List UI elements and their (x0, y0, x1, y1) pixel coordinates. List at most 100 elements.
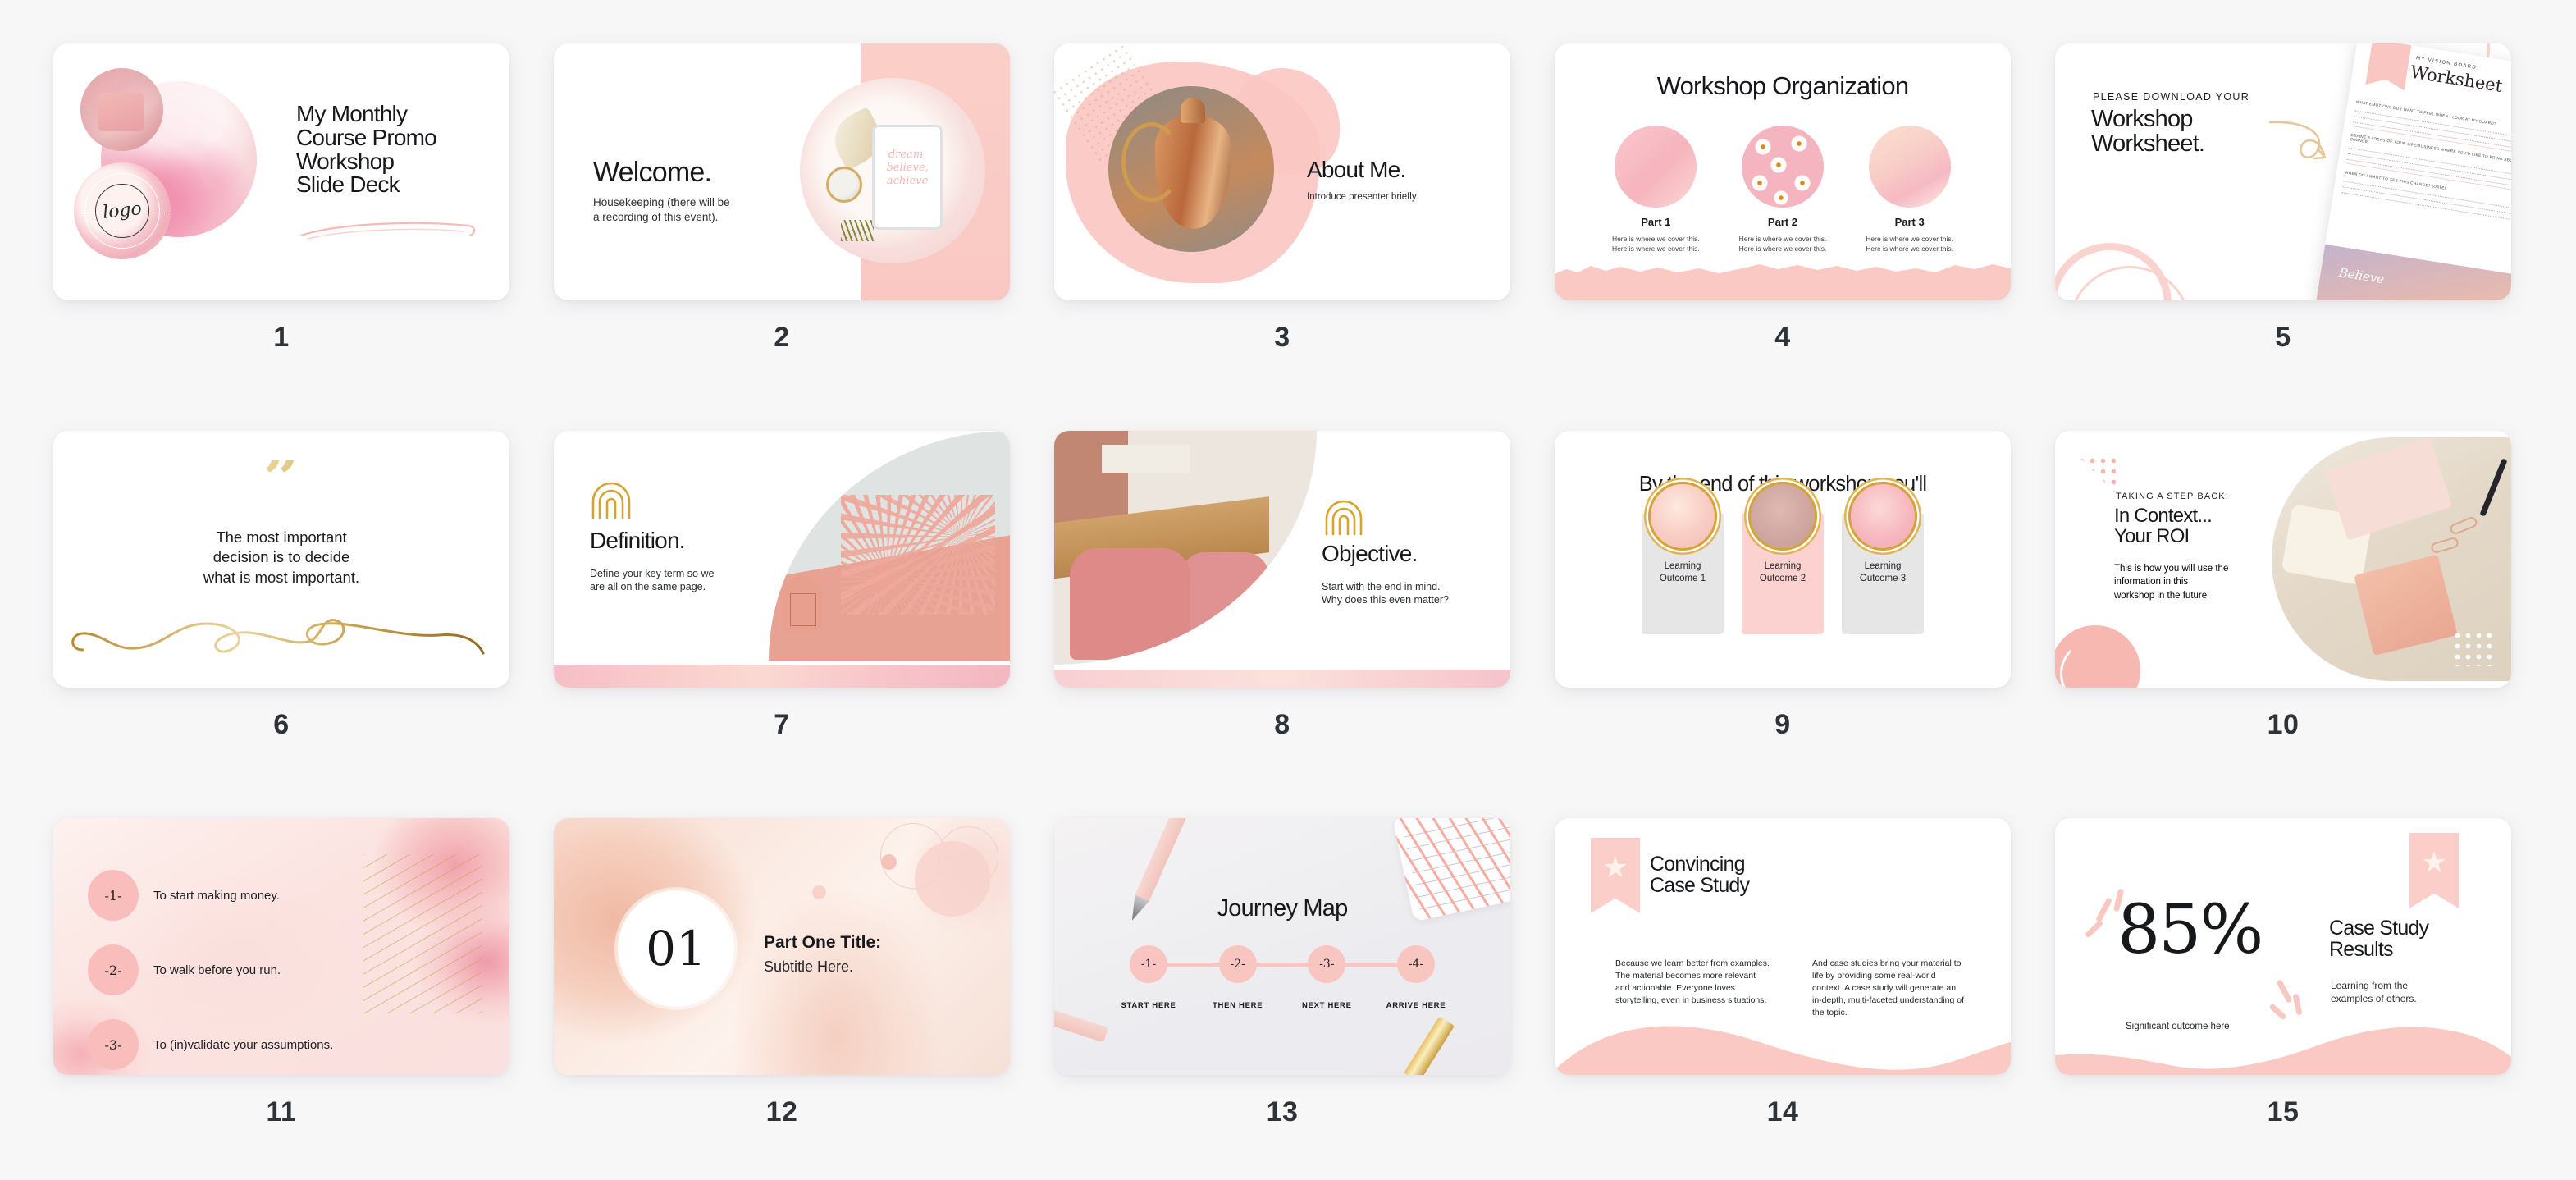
slide-thumbnail-4[interactable]: Workshop Organization Part 1 Here is whe… (1555, 43, 2011, 300)
parts-row: Part 1 Here is where we cover this. Here… (1555, 126, 2011, 254)
slide-number-7: 7 (774, 709, 790, 740)
step-label-1: START HERE (1121, 1001, 1176, 1010)
slide-cell-7: Definition. Define your key term so we a… (554, 431, 1010, 818)
subtitle-line-1: Housekeeping (there will be (593, 196, 730, 208)
slide-deck-grid: logo My Monthly Course Promo Workshop Sl… (0, 0, 2576, 1180)
slide-thumbnail-8[interactable]: Objective. Start with the end in mind. W… (1054, 431, 1510, 688)
part-image-circle-3 (1868, 126, 1951, 208)
outcome-label-2-line-1: Learning (1764, 561, 1802, 571)
slide-cell-11: -1- To start making money. -2- To walk b… (53, 818, 509, 1180)
slide-cell-2: dream, believe, achieve Welcome. Houseke… (554, 43, 1010, 431)
slide-thumbnail-9[interactable]: By the end of this workshop you'll Learn… (1555, 431, 2011, 688)
slide-subtitle: Learning from the examples of others. (2331, 979, 2470, 1005)
slide-subtitle: Subtitle Here. (764, 958, 854, 975)
worksheet-footer-word: Believe (2337, 264, 2386, 287)
gold-rainbow-icon (591, 482, 631, 519)
slide-number-6: 6 (273, 709, 290, 740)
step-number-2: -2- (1218, 945, 1257, 983)
slide-thumbnail-6[interactable]: ” The most important decision is to deci… (53, 431, 509, 688)
slide-title: Welcome. (593, 157, 712, 188)
worksheet-preview: MY VISION BOARD Worksheet WHAT EMOTIONS … (2315, 43, 2511, 300)
outcome-image-circle-1 (1648, 482, 1717, 551)
quote-line-2: decision is to decide (212, 548, 350, 566)
slide-thumbnail-5[interactable]: PLEASE DOWNLOAD YOUR Workshop Worksheet.… (2055, 43, 2511, 300)
slide-cell-14: ★ Convincing Case Study Because we learn… (1555, 818, 2011, 1180)
slide-title: Part One Title: (764, 933, 882, 952)
torn-paper-wave (1555, 264, 2011, 300)
title-line-1: Workshop (2091, 106, 2193, 132)
paperclip-1 (2448, 515, 2479, 536)
notebook-blush (2325, 437, 2453, 541)
pink-footer-bar (554, 665, 1010, 688)
slide-cell-3: About Me. Introduce presenter briefly. 3 (1054, 43, 1510, 431)
quotation-mark-icon: ” (53, 447, 509, 511)
slide-number-15: 15 (2267, 1096, 2300, 1127)
pink-wave-footer (1555, 1026, 2011, 1075)
slide-number-11: 11 (266, 1096, 297, 1127)
statistic-value: 85% (2117, 891, 2263, 969)
slide-subtitle: Define your key term so we are all on th… (590, 567, 764, 594)
paperclip-2 (2429, 536, 2460, 555)
slide-cell-12: 01 Part One Title: Subtitle Here. 12 (554, 818, 1010, 1180)
slide-thumbnail-14[interactable]: ★ Convincing Case Study Because we learn… (1555, 818, 2011, 1075)
slide-title: My Monthly Course Promo Workshop Slide D… (296, 102, 437, 198)
outcome-card-3: Learning Outcome 3 (1842, 482, 1924, 634)
outcome-label-1: Learning Outcome 1 (1642, 560, 1724, 585)
slide-thumbnail-1[interactable]: logo My Monthly Course Promo Workshop Sl… (53, 43, 509, 300)
timeline-step-2: -2- THEN HERE (1203, 945, 1273, 1010)
slide-number-8: 8 (1274, 709, 1290, 740)
green-sprig-decor (840, 219, 874, 241)
part-label-3: Part 3 (1894, 216, 1925, 228)
star-icon: ★ (1601, 850, 1629, 884)
slide-number-13: 13 (1266, 1096, 1299, 1127)
slide-thumbnail-7[interactable]: Definition. Define your key term so we a… (554, 431, 1010, 688)
outcome-label-2: Learning Outcome 2 (1742, 560, 1824, 585)
item-number-badge-2: -2- (88, 944, 139, 995)
slide-thumbnail-3[interactable]: About Me. Introduce presenter briefly. (1054, 43, 1510, 300)
title-line-2: Worksheet. (2091, 130, 2205, 157)
pink-dot-grid-decor (2076, 455, 2116, 492)
pink-chair-front (1070, 547, 1191, 661)
item-number-badge-3: -3- (88, 1019, 139, 1070)
part-text-2-line-1: Here is where we cover this. (1738, 235, 1827, 243)
timeline-step-3: -3- NEXT HERE (1291, 945, 1362, 1010)
slide-number-10: 10 (2267, 709, 2300, 740)
reasons-list: -1- To start making money. -2- To walk b… (88, 869, 333, 1075)
slide-number-2: 2 (774, 322, 790, 353)
item-text-3: To (in)validate your assumptions. (153, 1037, 334, 1052)
slide-thumbnail-15[interactable]: ★ 85% Significant outcome here Case Stud… (2055, 818, 2511, 1075)
shelf (1101, 445, 1191, 473)
part-text-3-line-1: Here is where we cover this. (1866, 235, 1954, 243)
slide-subtitle: Introduce presenter briefly. (1307, 192, 1418, 202)
gold-rainbow-icon (1325, 500, 1363, 536)
slide-number-9: 9 (1774, 709, 1791, 740)
slide-kicker: PLEASE DOWNLOAD YOUR (2093, 91, 2250, 103)
slide-thumbnail-13[interactable]: Journey Map -1- START HERE -2- THEN HERE… (1054, 818, 1510, 1075)
ribbon-banner: ★ (2409, 833, 2459, 908)
slide-thumbnail-10[interactable]: TAKING A STEP BACK: In Context... Your R… (2055, 431, 2511, 688)
slide-thumbnail-11[interactable]: -1- To start making money. -2- To walk b… (53, 818, 509, 1075)
timeline-steps: -1- START HERE -2- THEN HERE -3- NEXT HE… (1113, 945, 1451, 1010)
outcome-label-1-line-1: Learning (1664, 561, 1701, 571)
white-dot-grid-decor (2452, 630, 2495, 666)
logo-word: logo (102, 199, 143, 223)
slide-thumbnail-12[interactable]: 01 Part One Title: Subtitle Here. (554, 818, 1010, 1075)
title-line-1: Convincing (1650, 853, 1745, 876)
item-number-badge-1: -1- (88, 870, 139, 921)
outcome-image-circle-3 (1848, 482, 1917, 551)
part-column-3: Part 3 Here is where we cover this. Here… (1852, 126, 1967, 254)
pink-spark-4 (2276, 979, 2293, 1004)
worksheet-footer-photo: Believe (2315, 244, 2511, 300)
item-text-1: To start making money. (153, 888, 280, 903)
slide-thumbnail-2[interactable]: dream, believe, achieve Welcome. Houseke… (554, 43, 1010, 300)
title-line-4: Slide Deck (296, 172, 400, 198)
section-number-badge: 01 (618, 890, 734, 1007)
subtitle-line-2: Why does this even matter? (1322, 594, 1449, 606)
notebook-rose (2354, 555, 2458, 656)
slide-number-3: 3 (1274, 322, 1290, 353)
title-line-2: Your ROI (2114, 524, 2190, 547)
slide-subtitle: Housekeeping (there will be a recording … (593, 195, 774, 224)
quote-line-1: The most important (216, 528, 347, 546)
slide-title: Workshop Organization (1656, 71, 1909, 100)
subtitle-line-1: Learning from the (2331, 980, 2409, 991)
